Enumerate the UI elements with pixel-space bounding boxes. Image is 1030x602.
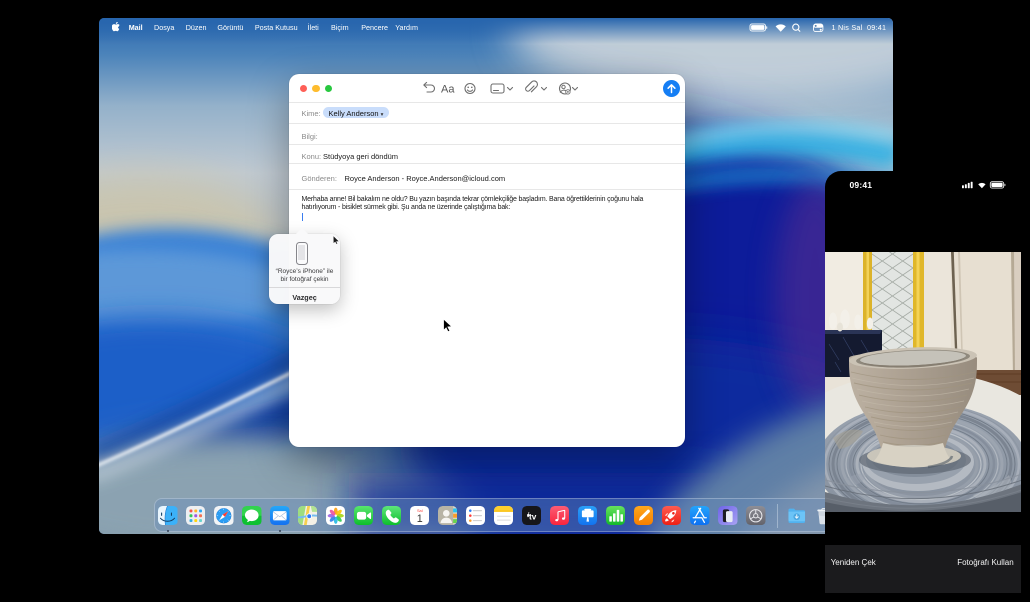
svg-text:tv: tv <box>529 512 537 521</box>
svg-text:1: 1 <box>417 513 423 525</box>
svg-text:Aa: Aa <box>441 84 455 96</box>
